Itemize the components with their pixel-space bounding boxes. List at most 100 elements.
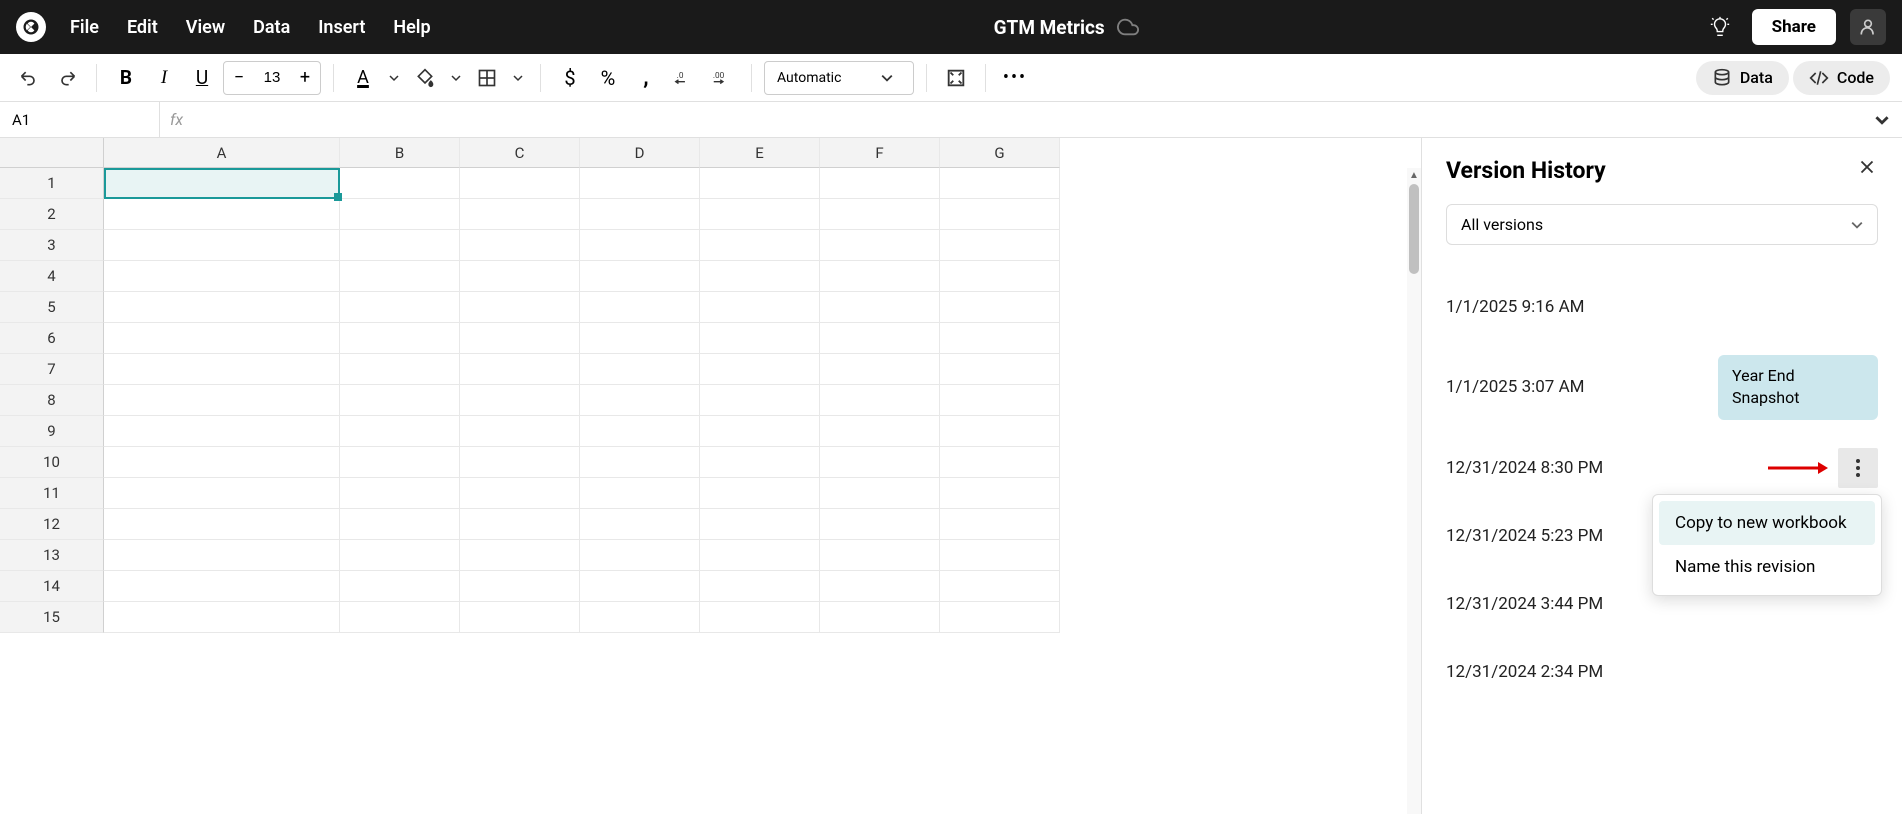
grid-cell[interactable] [104, 168, 340, 199]
grid-cell[interactable] [104, 571, 340, 602]
percent-button[interactable]: % [591, 61, 625, 95]
grid-cell[interactable] [340, 447, 460, 478]
grid-cell[interactable] [340, 540, 460, 571]
grid-cell[interactable] [580, 292, 700, 323]
grid-cell[interactable] [820, 540, 940, 571]
grid-cell[interactable] [460, 509, 580, 540]
grid-cell[interactable] [460, 230, 580, 261]
grid-cell[interactable] [340, 199, 460, 230]
grid-cell[interactable] [700, 292, 820, 323]
grid-cell[interactable] [580, 261, 700, 292]
column-header[interactable]: E [700, 138, 820, 168]
grid-cell[interactable] [104, 261, 340, 292]
grid-cell[interactable] [340, 354, 460, 385]
grid-cell[interactable] [340, 168, 460, 199]
row-header[interactable]: 11 [0, 478, 104, 509]
grid-cell[interactable] [940, 230, 1060, 261]
grid-cell[interactable] [940, 478, 1060, 509]
grid-cell[interactable] [580, 509, 700, 540]
menu-insert[interactable]: Insert [318, 17, 365, 38]
grid-cell[interactable] [580, 478, 700, 509]
row-header[interactable]: 6 [0, 323, 104, 354]
grid-cell[interactable] [460, 199, 580, 230]
row-header[interactable]: 1 [0, 168, 104, 199]
document-title[interactable]: GTM Metrics [994, 16, 1105, 39]
grid-cell[interactable] [340, 323, 460, 354]
row-header[interactable]: 2 [0, 199, 104, 230]
data-button[interactable]: Data [1696, 61, 1789, 95]
grid-cell[interactable] [940, 168, 1060, 199]
decrease-decimal-button[interactable]: .0 [667, 61, 701, 95]
grid-cell[interactable] [820, 261, 940, 292]
grid-cell[interactable] [820, 602, 940, 633]
more-toolbar-button[interactable]: ••• [998, 61, 1032, 95]
code-button[interactable]: Code [1793, 61, 1890, 95]
grid-cell[interactable] [580, 168, 700, 199]
grid-cell[interactable] [580, 230, 700, 261]
grid-cell[interactable] [340, 261, 460, 292]
scroll-up-arrow[interactable]: ▲ [1407, 168, 1421, 182]
row-header[interactable]: 14 [0, 571, 104, 602]
increase-decimal-button[interactable]: .00 [705, 61, 739, 95]
text-color-button[interactable]: A [346, 61, 380, 95]
grid-cell[interactable] [820, 199, 940, 230]
grid-cell[interactable] [104, 602, 340, 633]
share-button[interactable]: Share [1752, 9, 1836, 45]
grid-cell[interactable] [940, 602, 1060, 633]
font-size-increase[interactable]: + [290, 61, 320, 95]
grid-cell[interactable] [940, 199, 1060, 230]
undo-button[interactable] [12, 61, 46, 95]
grid-cell[interactable] [820, 292, 940, 323]
grid-cell[interactable] [340, 230, 460, 261]
row-header[interactable]: 4 [0, 261, 104, 292]
row-header[interactable]: 12 [0, 509, 104, 540]
grid-cell[interactable] [580, 602, 700, 633]
grid-cell[interactable] [340, 416, 460, 447]
grid-cell[interactable] [700, 323, 820, 354]
grid-cell[interactable] [700, 199, 820, 230]
grid-cell[interactable] [580, 385, 700, 416]
redo-button[interactable] [50, 61, 84, 95]
grid-cell[interactable] [700, 230, 820, 261]
grid-cell[interactable] [700, 602, 820, 633]
grid-cell[interactable] [820, 230, 940, 261]
text-color-dropdown[interactable] [384, 61, 404, 95]
tips-button[interactable] [1702, 9, 1738, 45]
column-header[interactable]: G [940, 138, 1060, 168]
column-header[interactable]: F [820, 138, 940, 168]
grid-cell[interactable] [460, 385, 580, 416]
grid-cell[interactable] [820, 385, 940, 416]
grid-cell[interactable] [820, 168, 940, 199]
grid-cell[interactable] [104, 199, 340, 230]
grid-cell[interactable] [340, 478, 460, 509]
grid-cell[interactable] [104, 478, 340, 509]
column-header[interactable]: D [580, 138, 700, 168]
row-header[interactable]: 7 [0, 354, 104, 385]
grid-cell[interactable] [940, 509, 1060, 540]
grid-cell[interactable] [940, 354, 1060, 385]
grid-cell[interactable] [700, 478, 820, 509]
grid-cell[interactable] [460, 354, 580, 385]
version-filter-select[interactable]: All versions [1446, 204, 1878, 245]
row-header[interactable]: 15 [0, 602, 104, 633]
column-header[interactable]: B [340, 138, 460, 168]
font-size-input[interactable] [254, 69, 290, 86]
grid-cell[interactable] [700, 540, 820, 571]
grid-cell[interactable] [460, 416, 580, 447]
grid-cell[interactable] [460, 478, 580, 509]
grid-cell[interactable] [580, 416, 700, 447]
grid-cell[interactable] [580, 540, 700, 571]
menu-edit[interactable]: Edit [127, 17, 158, 38]
grid-cell[interactable] [340, 602, 460, 633]
version-item[interactable]: 12/31/2024 8:30 PM Copy to new workbook … [1446, 434, 1878, 502]
grid-cell[interactable] [340, 385, 460, 416]
grid-cell[interactable] [580, 354, 700, 385]
user-menu-button[interactable] [1850, 9, 1886, 45]
row-header[interactable]: 8 [0, 385, 104, 416]
close-panel-button[interactable] [1856, 156, 1878, 184]
grid-cell[interactable] [820, 354, 940, 385]
grid-cell[interactable] [580, 571, 700, 602]
row-header[interactable]: 5 [0, 292, 104, 323]
version-item[interactable]: 12/31/2024 2:34 PM [1446, 638, 1878, 706]
grid-cell[interactable] [104, 292, 340, 323]
